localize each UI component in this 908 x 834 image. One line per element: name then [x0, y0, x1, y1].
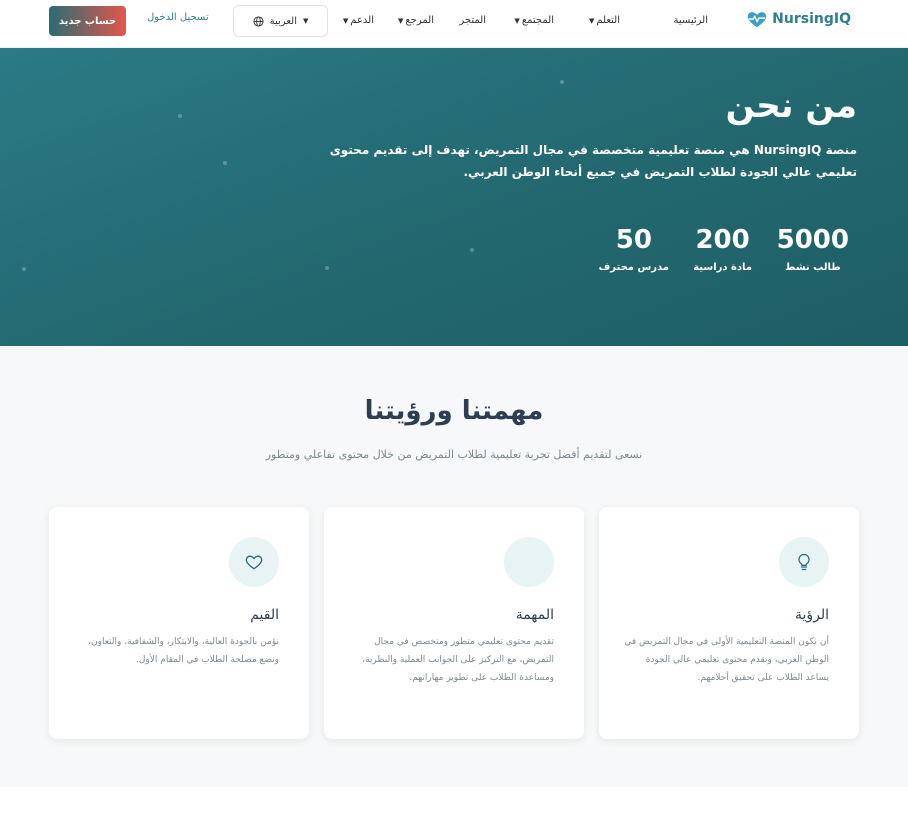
card-text: تقديم محتوى تعليمي متطور ومتخصص في مجال …: [362, 637, 554, 683]
card-icon-circle: [229, 537, 279, 587]
nav-item-home[interactable]: الرئيسية: [674, 12, 708, 30]
globe-icon: [253, 15, 264, 27]
chevron-down-icon: ▼: [302, 17, 309, 25]
stat-courses: 200 مادة دراسية: [693, 224, 752, 273]
top-navbar: NursingIQ الرئيسية التعلم ▼ المجتمع ▼ ال…: [0, 0, 908, 48]
nav-label: المرجع: [405, 15, 434, 26]
brand-logo[interactable]: NursingIQ: [746, 8, 851, 30]
language-label: العربية: [269, 15, 297, 27]
decorative-dot: [325, 266, 329, 270]
decorative-dot: [178, 114, 182, 118]
decorative-dot: [470, 248, 474, 252]
card-title: الرؤية: [794, 607, 829, 623]
nav-item-store[interactable]: المتجر: [459, 12, 486, 30]
card-title: القيم: [250, 607, 279, 623]
nav-label: المجتمع: [521, 15, 554, 26]
values-card: القيم نؤمن بالجودة العالية، والابتكار، و…: [49, 507, 309, 739]
stat-label: طالب نشط: [784, 262, 841, 273]
chevron-down-icon: ▼: [342, 17, 349, 25]
hero-section: من نحن منصة NursingIQ هي منصة تعليمية مت…: [0, 48, 908, 346]
nav-label: الدعم: [350, 15, 374, 26]
stat-teachers: 50 مدرس محترف: [599, 224, 669, 273]
decorative-dot: [22, 267, 26, 271]
section-subtitle: نسعى لتقديم أفضل تجربة تعليمية لطلاب الت…: [265, 448, 643, 461]
brand-name: NursingIQ: [772, 11, 851, 27]
stat-number: 5000: [776, 225, 849, 255]
decorative-dot: [223, 161, 227, 165]
card-icon-circle: [779, 537, 829, 587]
vision-card: الرؤية أن نكون المنصة التعليمية الأولى ف…: [599, 507, 859, 739]
decorative-dot: [560, 80, 564, 84]
login-link[interactable]: تسجيل الدخول: [147, 12, 209, 23]
card-icon-circle: [504, 537, 554, 587]
nav-item-learning[interactable]: التعلم ▼: [589, 12, 620, 30]
hero-description: منصة NursingIQ هي منصة تعليمية متخصصة في…: [329, 143, 857, 179]
nav-item-support[interactable]: الدعم ▼: [343, 12, 374, 30]
stat-label: مدرس محترف: [598, 262, 669, 273]
page-bottom: [0, 787, 908, 834]
nav-item-reference[interactable]: المرجع ▼: [398, 12, 434, 30]
mission-section: مهمتنا ورؤيتنا نسعى لتقديم أفضل تجربة تع…: [0, 346, 908, 787]
chevron-down-icon: ▼: [514, 17, 520, 25]
lightbulb-icon: [798, 553, 810, 571]
chevron-down-icon: ▼: [397, 17, 404, 25]
signup-button[interactable]: حساب جديد: [49, 6, 126, 36]
nav-item-community[interactable]: المجتمع ▼: [514, 12, 554, 30]
nav-label: المتجر: [459, 15, 486, 26]
language-selector[interactable]: ▼ العربية: [233, 5, 328, 37]
page-title: من نحن: [725, 86, 857, 126]
stat-students: 5000 طالب نشط: [777, 224, 849, 273]
heart-icon: [245, 555, 263, 570]
card-title: المهمة: [515, 607, 554, 623]
section-title: مهمتنا ورؤيتنا: [364, 396, 544, 426]
card-text: أن نكون المنصة التعليمية الأولى في مجال …: [624, 637, 829, 683]
stat-label: مادة دراسية: [693, 262, 752, 273]
chevron-down-icon: ▼: [588, 17, 595, 25]
nav-label: التعلم: [596, 15, 620, 26]
nav-label: الرئيسية: [673, 15, 708, 26]
heartbeat-icon: [747, 12, 767, 28]
mission-card: المهمة تقديم محتوى تعليمي متطور ومتخصص ف…: [324, 507, 584, 739]
stat-number: 50: [615, 225, 652, 255]
stat-number: 200: [695, 225, 750, 255]
card-text: نؤمن بالجودة العالية، والابتكار، والشفاف…: [88, 637, 279, 665]
